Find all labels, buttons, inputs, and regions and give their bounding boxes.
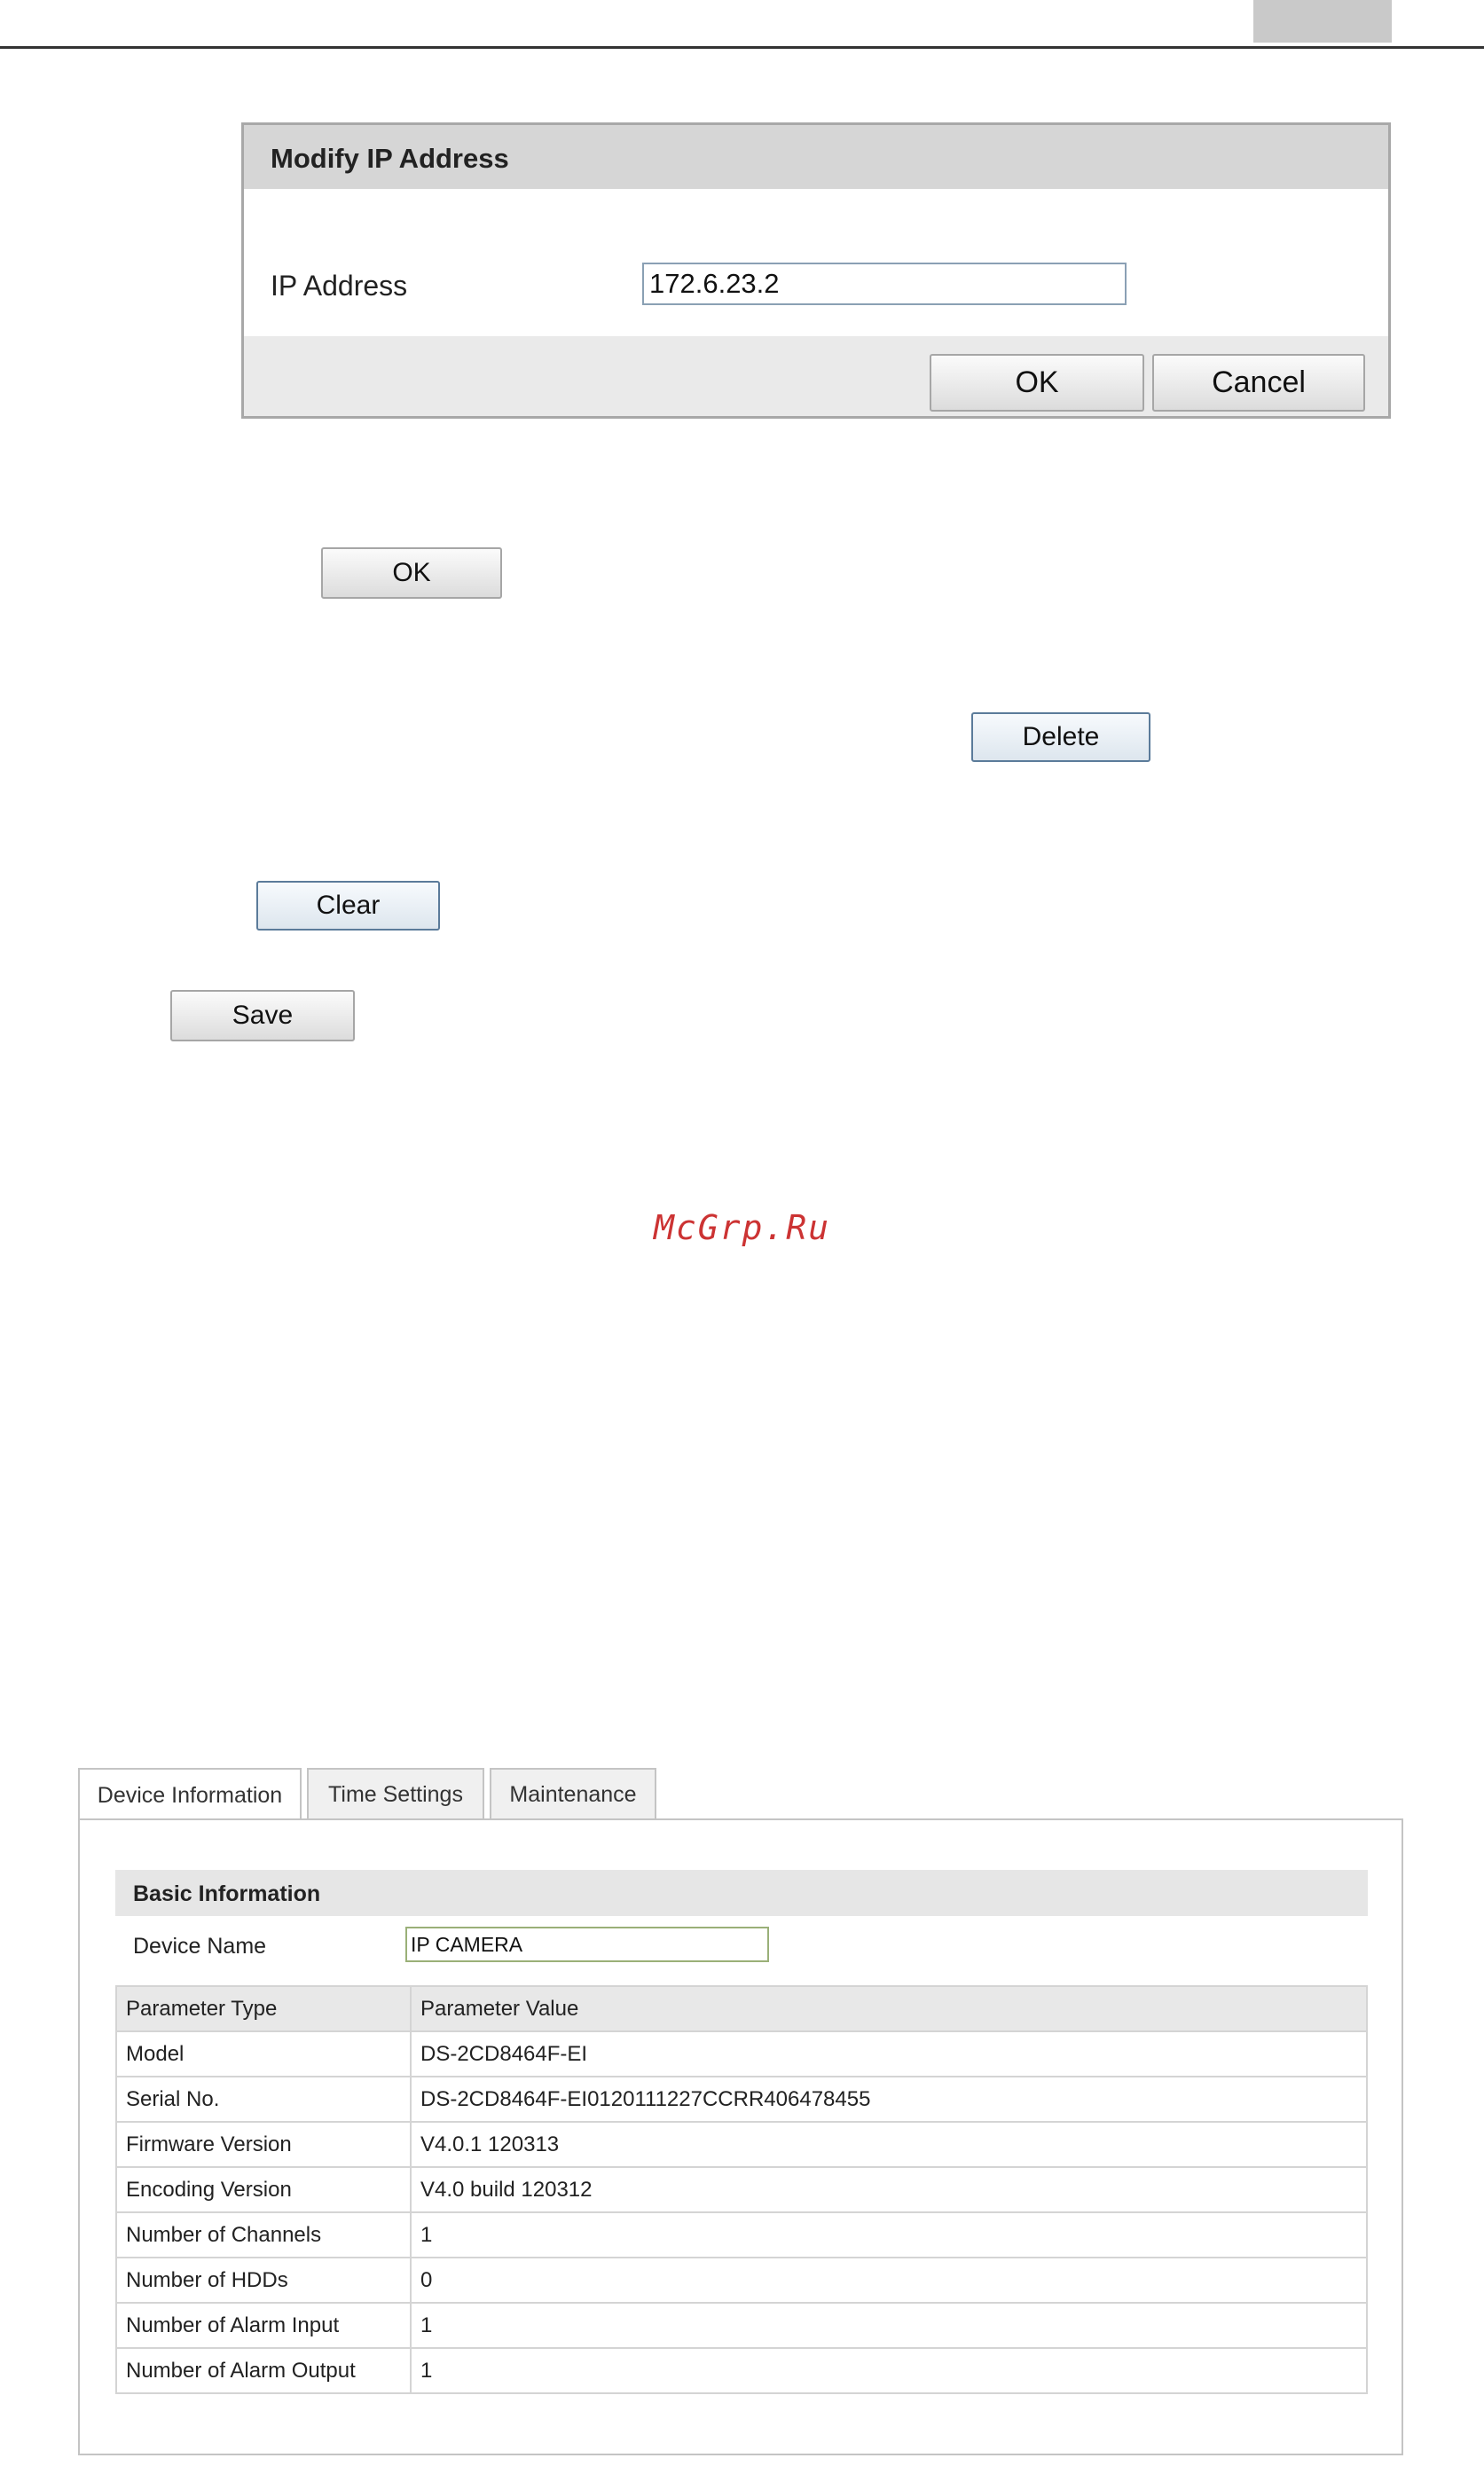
ip-address-label: IP Address bbox=[271, 270, 408, 302]
table-cell: Firmware Version bbox=[115, 2121, 412, 2168]
page-corner-tab bbox=[1253, 0, 1392, 43]
table-row: Number of Channels 1 bbox=[115, 2211, 1368, 2258]
section-title: Basic Information bbox=[133, 1881, 321, 1906]
basic-information-bar: Basic Information bbox=[115, 1870, 1368, 1916]
table-cell: Number of Alarm Input bbox=[115, 2302, 412, 2349]
table-row: Number of HDDs 0 bbox=[115, 2257, 1368, 2304]
device-name-input[interactable] bbox=[405, 1927, 769, 1962]
table-row: Number of Alarm Output 1 bbox=[115, 2347, 1368, 2394]
table-cell: DS-2CD8464F-EI bbox=[410, 2030, 1368, 2077]
table-header-row: Parameter Type Parameter Value bbox=[115, 1985, 1368, 2032]
table-cell: Number of Alarm Output bbox=[115, 2347, 412, 2394]
table-cell: Encoding Version bbox=[115, 2166, 412, 2213]
modify-ip-dialog: Modify IP Address IP Address OK Cancel bbox=[241, 122, 1391, 419]
column-header: Parameter Value bbox=[410, 1985, 1368, 2032]
dialog-header: Modify IP Address bbox=[244, 125, 1388, 189]
column-header: Parameter Type bbox=[115, 1985, 412, 2032]
tab-maintenance[interactable]: Maintenance bbox=[490, 1768, 656, 1819]
table-cell: 1 bbox=[410, 2347, 1368, 2394]
tab-time-settings[interactable]: Time Settings bbox=[307, 1768, 484, 1819]
table-cell: 0 bbox=[410, 2257, 1368, 2304]
table-row: Model DS-2CD8464F-EI bbox=[115, 2030, 1368, 2077]
table-row: Serial No. DS-2CD8464F-EI0120111227CCRR4… bbox=[115, 2076, 1368, 2123]
device-information-panel: Basic Information Device Name Parameter … bbox=[78, 1818, 1403, 2455]
table-cell: Model bbox=[115, 2030, 412, 2077]
table-cell: V4.0.1 120313 bbox=[410, 2121, 1368, 2168]
dialog-ok-button[interactable]: OK bbox=[930, 354, 1144, 412]
parameter-table: Parameter Type Parameter Value Model DS-… bbox=[115, 1985, 1368, 2394]
table-cell: 1 bbox=[410, 2302, 1368, 2349]
table-cell: 1 bbox=[410, 2211, 1368, 2258]
dialog-title: Modify IP Address bbox=[271, 143, 509, 174]
table-row: Firmware Version V4.0.1 120313 bbox=[115, 2121, 1368, 2168]
dialog-cancel-button[interactable]: Cancel bbox=[1152, 354, 1365, 412]
clear-button[interactable]: Clear bbox=[256, 881, 440, 931]
tab-device-information[interactable]: Device Information bbox=[78, 1768, 302, 1821]
table-row: Encoding Version V4.0 build 120312 bbox=[115, 2166, 1368, 2213]
device-name-label: Device Name bbox=[133, 1934, 267, 1959]
table-cell: DS-2CD8464F-EI0120111227CCRR406478455 bbox=[410, 2076, 1368, 2123]
table-row: Number of Alarm Input 1 bbox=[115, 2302, 1368, 2349]
table-cell: Number of HDDs bbox=[115, 2257, 412, 2304]
delete-button[interactable]: Delete bbox=[971, 712, 1150, 762]
watermark: McGrp.Ru bbox=[653, 1208, 831, 1247]
table-cell: Serial No. bbox=[115, 2076, 412, 2123]
save-button[interactable]: Save bbox=[170, 990, 355, 1041]
ip-address-input[interactable] bbox=[642, 263, 1127, 305]
table-cell: V4.0 build 120312 bbox=[410, 2166, 1368, 2213]
header-rule bbox=[0, 46, 1484, 49]
ok-button[interactable]: OK bbox=[321, 547, 502, 599]
table-cell: Number of Channels bbox=[115, 2211, 412, 2258]
